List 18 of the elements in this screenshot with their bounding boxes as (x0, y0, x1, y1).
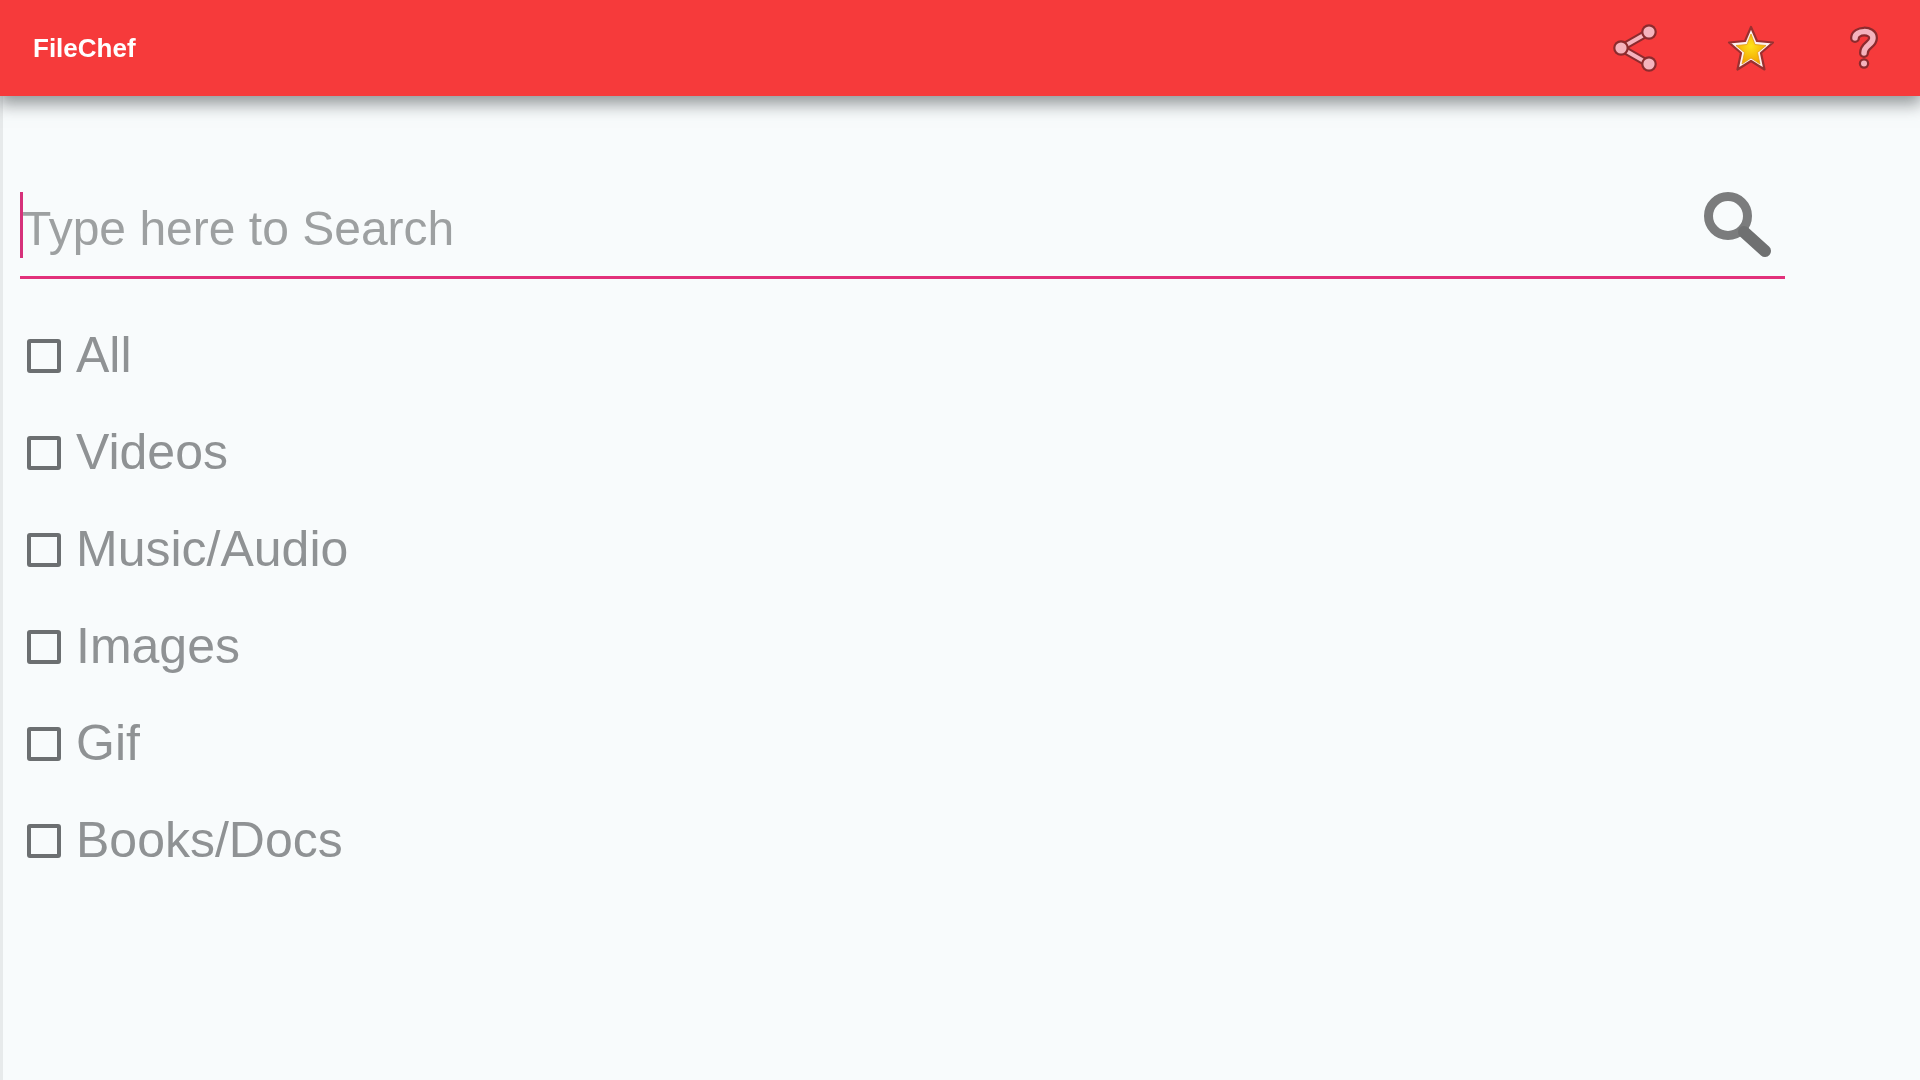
checkbox-label: Videos (76, 423, 228, 482)
checkbox[interactable] (27, 823, 61, 858)
checkbox[interactable] (27, 629, 61, 664)
star-icon[interactable] (1726, 23, 1776, 73)
checkbox-label: Gif (76, 714, 140, 773)
checkbox-label: Music/Audio (76, 520, 349, 579)
search-icon[interactable] (1702, 190, 1772, 258)
checkbox[interactable] (27, 435, 61, 470)
checkbox-label: All (76, 326, 132, 385)
checkbox[interactable] (27, 726, 61, 761)
search-field[interactable]: Type here to Search (20, 180, 1785, 279)
share-icon[interactable] (1612, 24, 1658, 72)
checkbox[interactable] (27, 338, 61, 373)
checkbox-label: Books/Docs (76, 811, 343, 870)
checkbox[interactable] (27, 532, 61, 567)
app-title: FileChef (33, 32, 136, 64)
help-icon[interactable] (1850, 26, 1878, 70)
checkbox-label: Images (76, 617, 240, 676)
